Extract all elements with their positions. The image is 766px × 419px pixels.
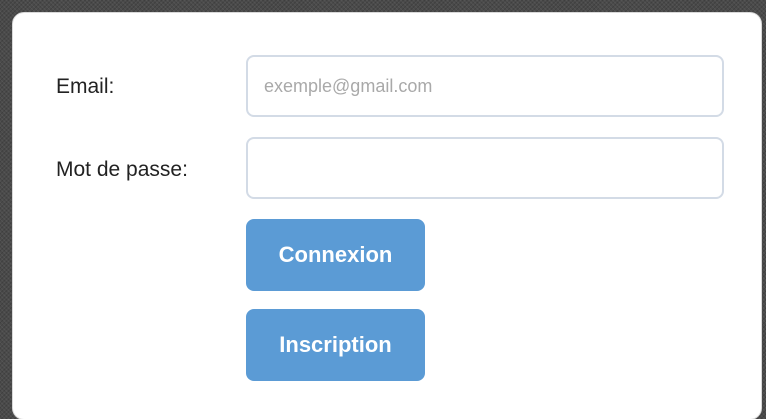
window-frame: Email: Mot de passe: Connexion Inscripti… — [0, 0, 766, 419]
password-label: Mot de passe: — [56, 158, 188, 181]
password-field[interactable] — [246, 137, 724, 199]
register-button[interactable]: Inscription — [246, 309, 425, 381]
email-label: Email: — [56, 75, 115, 98]
login-button[interactable]: Connexion — [246, 219, 425, 291]
login-card: Email: Mot de passe: Connexion Inscripti… — [12, 12, 762, 419]
email-field[interactable] — [246, 55, 724, 117]
